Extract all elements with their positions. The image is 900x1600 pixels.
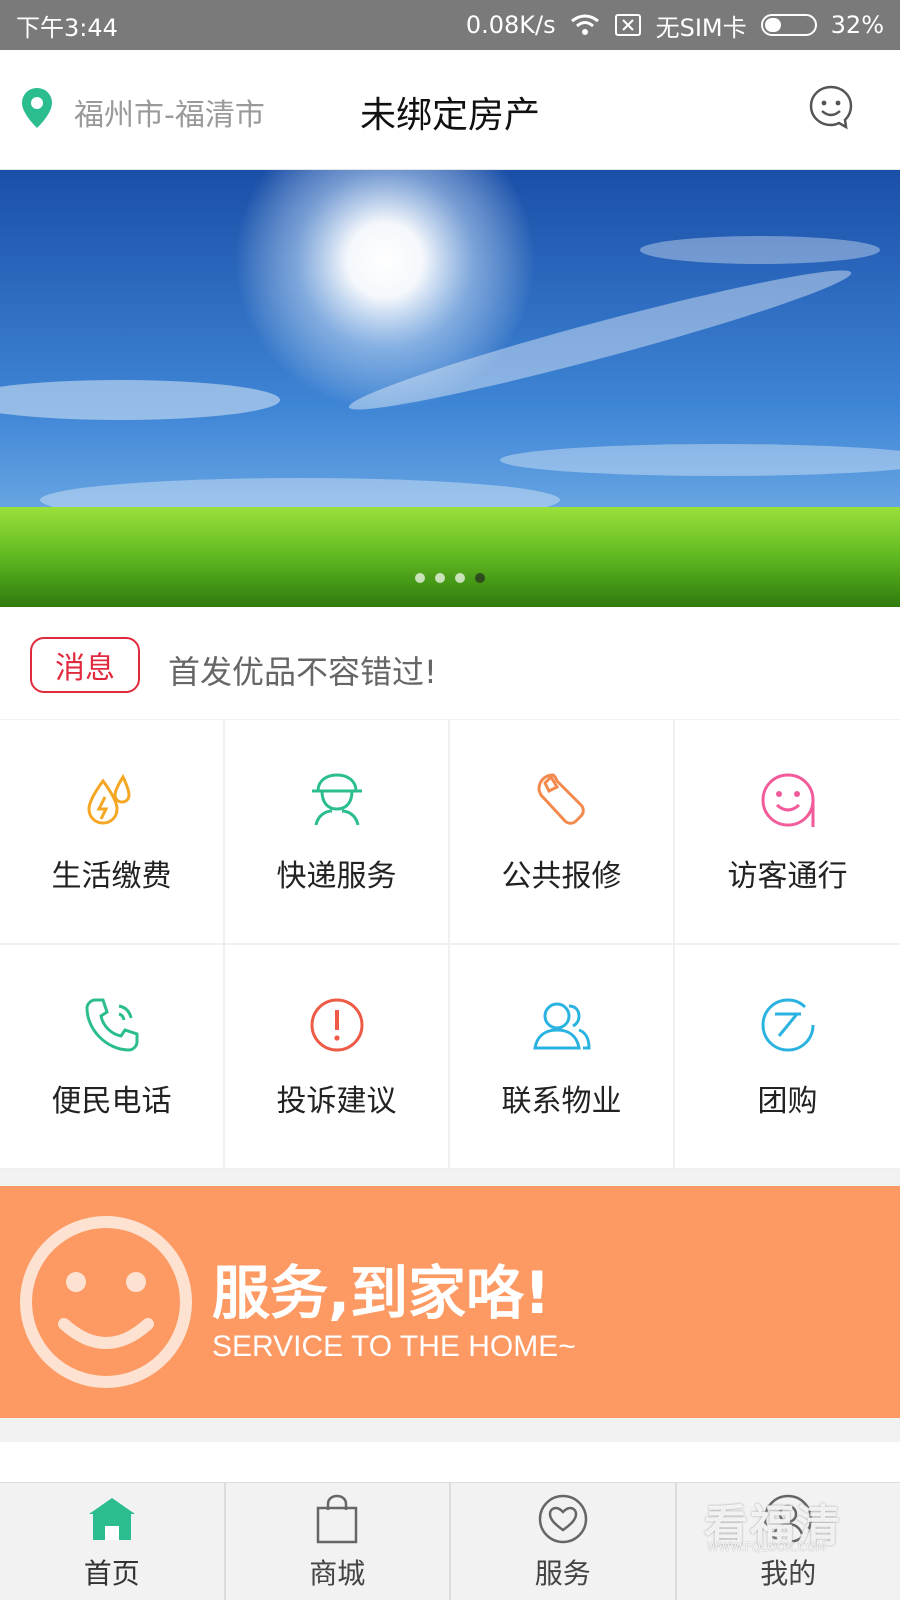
header: 福州市-福清市 未绑定房产 — [0, 50, 900, 170]
sim-status: 无SIM卡 — [655, 13, 747, 42]
promo-title: 服务,到家咯! — [212, 1259, 551, 1327]
notice-bar[interactable]: 消息 首发优品不容错过! — [0, 607, 900, 719]
service-utility-payment[interactable]: 生活缴费 — [0, 720, 225, 945]
service-group-buy[interactable]: 团购 — [675, 945, 900, 1170]
carousel-dot-active[interactable] — [475, 573, 485, 583]
tab-label: 我的 — [760, 1556, 817, 1590]
service-courier[interactable]: 快递服务 — [225, 720, 450, 945]
promo-subtitle: SERVICE TO THE HOME~ — [212, 1330, 576, 1363]
contacts-icon — [532, 1002, 591, 1049]
promo-banner[interactable]: 服务,到家咯! SERVICE TO THE HOME~ — [0, 1186, 900, 1418]
service-repair[interactable]: 公共报修 — [450, 720, 675, 945]
carousel-indicator — [0, 573, 900, 583]
page-title[interactable]: 未绑定房产 — [0, 86, 900, 138]
service-label: 联系物业 — [501, 1083, 622, 1119]
battery-icon — [760, 14, 817, 36]
next-section-peek — [0, 1442, 900, 1482]
phone-icon — [84, 998, 138, 1052]
network-speed: 0.08K/s — [465, 11, 556, 39]
service-phone[interactable]: 便民电话 — [0, 945, 225, 1170]
carousel-dot[interactable] — [455, 573, 465, 583]
home-icon — [88, 1497, 135, 1540]
group-buy-icon — [760, 997, 814, 1052]
no-sim-icon — [614, 13, 642, 37]
chat-smiley-icon[interactable] — [808, 84, 854, 130]
battery-percent: 32% — [830, 11, 884, 39]
smiley-icon — [760, 773, 815, 827]
courier-icon — [311, 772, 362, 825]
service-label: 生活缴费 — [51, 858, 172, 894]
service-contact-property[interactable]: 联系物业 — [450, 945, 675, 1170]
service-label: 便民电话 — [51, 1083, 172, 1119]
service-label: 快递服务 — [276, 858, 397, 894]
service-grid: 生活缴费 快递服务 公共报修 访客通行 便民电话 投诉建议 联系物业 团购 — [0, 720, 900, 1170]
service-label: 团购 — [757, 1083, 818, 1119]
service-label: 投诉建议 — [276, 1083, 397, 1119]
tab-label: 商城 — [309, 1556, 366, 1590]
banner-image — [0, 170, 900, 607]
tab-label: 服务 — [534, 1556, 591, 1590]
tab-mall[interactable]: 商城 — [226, 1483, 451, 1600]
status-bar: 下午3:44 0.08K/s 无SIM卡 32% — [0, 0, 900, 50]
tab-label: 首页 — [83, 1556, 140, 1590]
promo-smiley-icon — [20, 1216, 192, 1388]
service-heart-icon — [538, 1494, 587, 1543]
tab-home[interactable]: 首页 — [0, 1483, 226, 1600]
utility-payment-icon — [86, 773, 131, 825]
carousel-dot[interactable] — [415, 573, 425, 583]
wifi-icon — [570, 13, 600, 37]
notice-tag: 消息 — [30, 637, 140, 693]
notice-text[interactable]: 首发优品不容错过! — [168, 647, 437, 693]
watermark-url: WWW.FQLOOK.COM — [706, 1540, 826, 1554]
status-time: 下午3:44 — [16, 13, 118, 42]
shopping-bag-icon — [317, 1494, 358, 1543]
alert-icon — [310, 998, 363, 1051]
wrench-icon — [536, 772, 585, 825]
service-complaint[interactable]: 投诉建议 — [225, 945, 450, 1170]
service-label: 访客通行 — [727, 858, 848, 894]
service-label: 公共报修 — [501, 858, 622, 894]
service-visitor-pass[interactable]: 访客通行 — [675, 720, 900, 945]
tab-service[interactable]: 服务 — [451, 1483, 677, 1600]
banner-carousel[interactable] — [0, 170, 900, 607]
carousel-dot[interactable] — [435, 573, 445, 583]
